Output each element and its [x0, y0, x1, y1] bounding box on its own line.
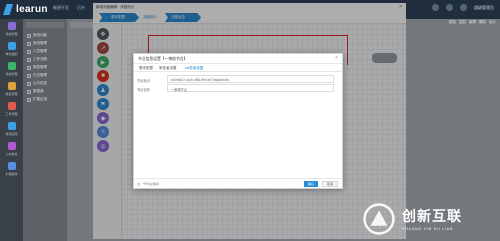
watermark-en: CHUANG XIN HU LIAN	[402, 227, 454, 231]
tree-item-label: 系统管理	[33, 41, 47, 45]
tree-item[interactable]: 系统管理	[27, 41, 47, 46]
node-name-value: 一审核节点	[171, 88, 187, 92]
left-nav-label: 移动应用	[5, 131, 18, 136]
tree-expand-icon[interactable]	[27, 49, 31, 54]
left-nav-label: 报表管理	[5, 91, 18, 96]
dialog-footer: 注：*号为必填项 确认 取消	[134, 178, 342, 188]
toolbar-button[interactable]: 复制	[459, 20, 466, 25]
tree-item-label: 人员管理	[33, 49, 47, 53]
tab-basic[interactable]: 基本配置	[139, 66, 153, 71]
mobile-icon	[7, 121, 16, 130]
dialog-title: 节点信息设置【一审核节点】	[138, 57, 188, 61]
info-icon	[7, 141, 16, 150]
report-icon	[7, 81, 16, 90]
toolbar-button[interactable]: 设计	[489, 20, 496, 25]
tree-item-label: 公共信息	[33, 81, 47, 85]
left-nav: 系统管理 单位组织 系统管理 报表管理 工作流程 移动应用 公共信息 扩展组件	[0, 19, 23, 241]
top-right: 超级管理员	[432, 4, 494, 11]
left-nav-item[interactable]: 移动应用	[0, 119, 23, 138]
avatar[interactable]	[460, 4, 467, 11]
logo-text: learun	[16, 4, 48, 15]
left-nav-label: 单位组织	[5, 51, 18, 56]
tree-item-label: 工作流程	[33, 57, 47, 61]
left-nav-item[interactable]: 公共信息	[0, 139, 23, 158]
left-nav-label: 工作流程	[5, 111, 18, 116]
left-nav-label: 公共信息	[5, 151, 18, 156]
field-label: 节点标识	[137, 79, 150, 83]
left-nav-item[interactable]: 单位组织	[0, 39, 23, 58]
workflow-icon	[7, 101, 16, 110]
node-settings-dialog: 节点信息设置【一审核节点】 × 基本配置 审批者设置 ssl表单设置 节点标识 …	[133, 53, 343, 189]
tree-item[interactable]: 工作流程	[27, 57, 47, 62]
notification-icon[interactable]	[432, 4, 439, 11]
right-toolbar: 模板 复制 编辑 删除 设计	[449, 20, 496, 25]
tree-item[interactable]: 系统功能	[27, 33, 47, 38]
settings-icon	[7, 61, 16, 70]
tree-search[interactable]	[26, 22, 64, 28]
node-name-field[interactable]: 一审核节点	[167, 84, 334, 92]
top-nav-item[interactable]: 后台	[77, 5, 85, 11]
tree-panel: 系统功能 系统管理 人员管理 工作流程 报表管理 日志管理 公共信息 数据源 扩…	[23, 19, 67, 241]
tab-approver[interactable]: 审批者设置	[159, 66, 177, 71]
tree-expand-icon[interactable]	[27, 57, 31, 62]
tree-expand-icon[interactable]	[27, 41, 31, 46]
tree-expand-icon[interactable]	[27, 89, 31, 94]
watermark-text: 创新互联 CHUANG XIN HU LIAN	[402, 206, 462, 231]
tree-item-label: 报表管理	[33, 65, 47, 69]
tree-expand-icon[interactable]	[27, 65, 31, 70]
close-icon[interactable]: ×	[335, 55, 338, 61]
left-nav-item[interactable]: 系统管理	[0, 19, 23, 38]
dialog-tabs: 基本配置 审批者设置 ssl表单设置	[134, 64, 342, 72]
node-id-value: cb2b6d17-ac1b-4f82-99cf-f574aa8c60db	[171, 78, 229, 82]
left-nav-label: 扩展组件	[5, 171, 18, 176]
left-nav-item[interactable]: 扩展组件	[0, 159, 23, 178]
watermark-logo-icon	[363, 202, 395, 235]
tree-item[interactable]: 人员管理	[27, 49, 47, 54]
tree-item[interactable]: 数据源	[27, 89, 44, 94]
user-name[interactable]: 超级管理员	[474, 5, 494, 11]
tree-item[interactable]: 公共信息	[27, 81, 47, 86]
field-label: 节点名称	[137, 88, 150, 92]
organization-icon	[7, 41, 16, 50]
tree-item[interactable]: 扩展应用	[27, 97, 47, 102]
cancel-button[interactable]: 取消	[322, 181, 338, 187]
tree-expand-icon[interactable]	[27, 97, 31, 102]
left-nav-item[interactable]: 系统管理	[0, 59, 23, 78]
message-icon[interactable]	[446, 4, 453, 11]
logo-icon	[3, 4, 13, 15]
tab-form[interactable]: ssl表单设置	[185, 66, 203, 71]
tree-item-label: 日志管理	[33, 73, 47, 77]
module-icon	[7, 21, 16, 30]
tree-item-label: 数据源	[33, 89, 44, 93]
watermark: 创新互联 CHUANG XIN HU LIAN	[362, 196, 500, 241]
tree-item-label: 扩展应用	[33, 97, 47, 101]
toolbar-button[interactable]: 模板	[449, 20, 456, 25]
top-nav-suffix: 敏捷开发	[53, 5, 69, 10]
required-note: 注：*号为必填项	[137, 182, 160, 186]
confirm-button[interactable]: 确认	[304, 181, 318, 187]
tree-expand-icon[interactable]	[27, 33, 31, 38]
left-nav-label: 系统管理	[5, 31, 18, 36]
tree-item-label: 系统功能	[33, 33, 47, 37]
tree-expand-icon[interactable]	[27, 73, 31, 78]
dialog-header: 节点信息设置【一审核节点】 ×	[134, 54, 342, 64]
left-nav-item[interactable]: 工作流程	[0, 99, 23, 118]
toolbar-button[interactable]: 删除	[479, 20, 486, 25]
extension-icon	[7, 161, 16, 170]
logo[interactable]: learun	[3, 2, 48, 17]
watermark-cn: 创新互联	[402, 208, 462, 224]
tree-item[interactable]: 日志管理	[27, 73, 47, 78]
toolbar-button[interactable]: 编辑	[469, 20, 476, 25]
node-id-field[interactable]: cb2b6d17-ac1b-4f82-99cf-f574aa8c60db	[167, 75, 334, 83]
tree-expand-icon[interactable]	[27, 81, 31, 86]
tree-item[interactable]: 报表管理	[27, 65, 47, 70]
left-nav-label: 系统管理	[5, 71, 18, 76]
left-nav-item[interactable]: 报表管理	[0, 79, 23, 98]
